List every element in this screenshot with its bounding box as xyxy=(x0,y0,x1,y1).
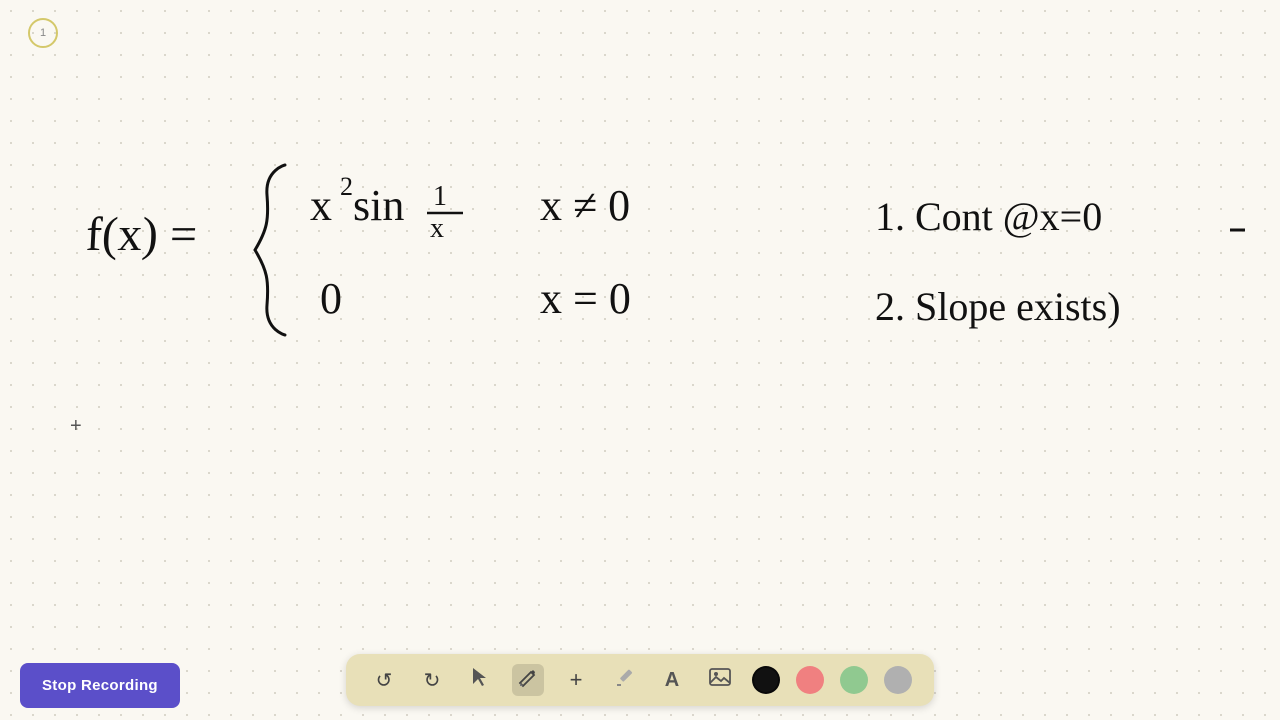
svg-text:1: 1 xyxy=(433,181,447,212)
svg-text:x = 0: x = 0 xyxy=(540,274,631,323)
undo-button[interactable]: ↺ xyxy=(368,664,400,696)
pen-icon xyxy=(517,666,539,694)
undo-icon: ↺ xyxy=(376,668,393,693)
svg-text:f(x) =: f(x) = xyxy=(85,208,199,261)
svg-text:2. Slope exists): 2. Slope exists) xyxy=(875,284,1121,329)
redo-icon: ↻ xyxy=(424,668,441,693)
highlighter-button[interactable] xyxy=(608,664,640,696)
timer-circle: 1 xyxy=(28,18,58,48)
crosshair-cursor: + xyxy=(70,415,82,438)
svg-text:x: x xyxy=(430,213,444,244)
svg-text:x ≠ 0: x ≠ 0 xyxy=(540,181,630,230)
toolbar: ↺ ↻ + A xyxy=(346,654,934,706)
color-black[interactable] xyxy=(752,666,780,694)
stop-recording-button[interactable]: Stop Recording xyxy=(20,663,180,708)
svg-text:1. Cont @x=0: 1. Cont @x=0 xyxy=(875,194,1102,239)
color-green[interactable] xyxy=(840,666,868,694)
highlighter-icon xyxy=(613,666,635,694)
add-button[interactable]: + xyxy=(560,664,592,696)
svg-text:2: 2 xyxy=(340,172,353,201)
image-icon xyxy=(708,665,732,695)
svg-text:sin: sin xyxy=(353,181,404,230)
text-button[interactable]: A xyxy=(656,664,688,696)
redo-button[interactable]: ↻ xyxy=(416,664,448,696)
color-pink[interactable] xyxy=(796,666,824,694)
select-icon xyxy=(469,666,491,694)
plus-icon: + xyxy=(570,667,583,693)
text-icon: A xyxy=(665,669,679,692)
svg-text:0: 0 xyxy=(320,274,342,323)
image-button[interactable] xyxy=(704,664,736,696)
timer-value: 1 xyxy=(40,27,46,39)
color-gray[interactable] xyxy=(884,666,912,694)
select-button[interactable] xyxy=(464,664,496,696)
pen-button[interactable] xyxy=(512,664,544,696)
svg-text:x: x xyxy=(310,181,332,230)
math-formula-svg: f(x) = x 2 sin 1 x x ≠ 0 0 x = 0 1. Cont… xyxy=(45,65,1245,385)
